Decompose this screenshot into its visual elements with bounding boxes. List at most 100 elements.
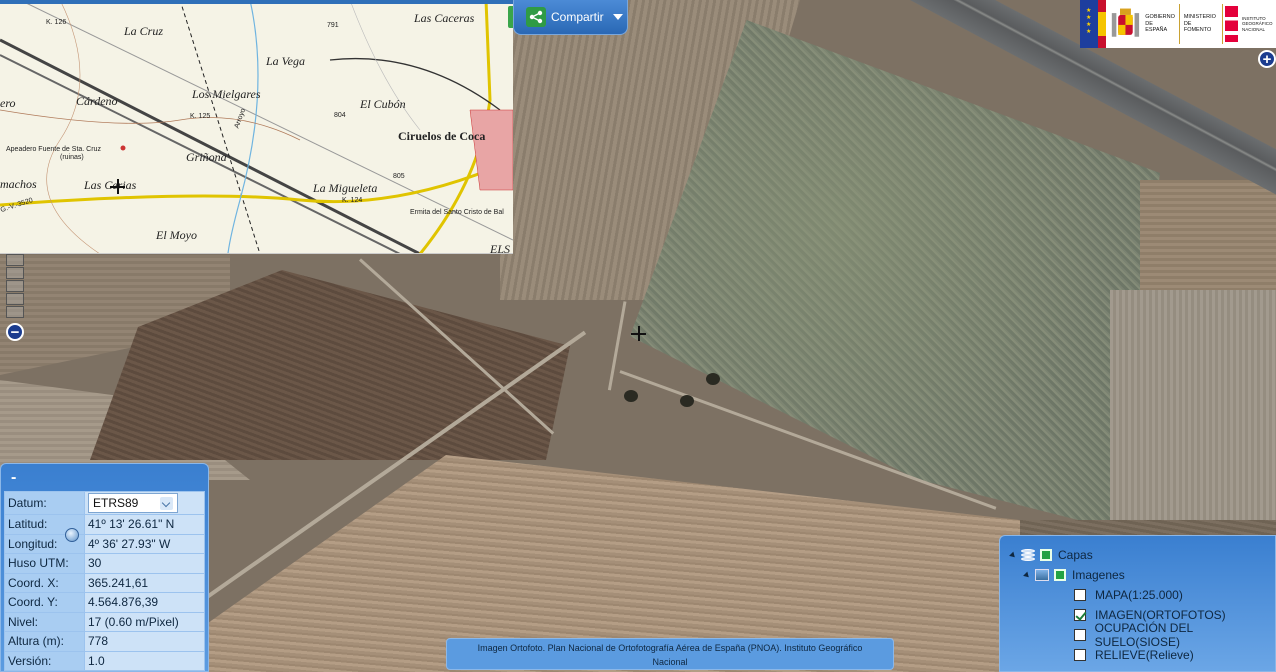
- map-label: (ruinas): [60, 154, 84, 161]
- row-value: 17 (0.60 m/Pixel): [84, 611, 205, 632]
- row-label: Coord. X:: [4, 572, 85, 593]
- expand-icon[interactable]: [1023, 571, 1031, 579]
- table-row: Longitud: 4º 36' 27.93" W: [4, 533, 205, 554]
- datum-label: Datum:: [4, 491, 85, 515]
- attribution-line: Imagen Ortofoto. Plan Nacional de Ortofo…: [477, 643, 863, 653]
- share-label: Compartir: [551, 10, 604, 24]
- layer-checkbox[interactable]: [1074, 649, 1086, 661]
- spain-flag-logo: [1098, 0, 1107, 48]
- layer-checkbox[interactable]: [1054, 569, 1066, 581]
- zoom-step[interactable]: [6, 306, 24, 318]
- share-button[interactable]: Compartir: [513, 0, 628, 35]
- map-label: El Moyo: [156, 228, 197, 242]
- row-label: Coord. Y:: [4, 592, 85, 613]
- row-value: 41º 13' 26.61" N: [84, 514, 205, 535]
- row-value: 778: [84, 631, 205, 652]
- row-label: Huso UTM:: [4, 553, 85, 574]
- topographic-map-inset[interactable]: La Cruz Las Caceras La Vega Los Mielgare…: [0, 0, 513, 254]
- layer-checkbox[interactable]: [1074, 629, 1086, 641]
- map-label: La Cruz: [124, 24, 164, 38]
- km-marker: K. 126: [46, 19, 67, 26]
- gobierno-text: GOBIERNO DE ESPAÑA: [1145, 14, 1175, 34]
- elevation-label: 805: [393, 173, 405, 180]
- field-parcel: [1110, 290, 1276, 540]
- ministerio-text: MINISTERIO DE FOMENTO: [1183, 14, 1216, 34]
- field-parcel: [1140, 180, 1276, 300]
- tree: [680, 395, 694, 407]
- layer-checkbox[interactable]: [1040, 549, 1052, 561]
- zoom-step[interactable]: [6, 280, 24, 292]
- elevation-label: 791: [327, 22, 339, 29]
- tree: [624, 390, 638, 402]
- row-label: Altura (m):: [4, 631, 85, 652]
- elevation-label: 804: [334, 112, 346, 119]
- layer-group-label: Imagenes: [1072, 568, 1125, 582]
- zoom-step[interactable]: [6, 267, 24, 279]
- government-logos: ★ ★ ★ ★ GOBIERNO DE ESPAÑA MINISTERIO DE FO…: [1080, 0, 1276, 48]
- layer-item-label: IMAGEN(ORTOFOTOS): [1095, 608, 1226, 622]
- ign-logo: [1225, 6, 1238, 42]
- map-label: Los Mielgares: [192, 87, 261, 101]
- topo-crosshair: [110, 179, 125, 194]
- table-row: Altura (m): 778: [4, 631, 205, 652]
- layers-panel: Capas Imagenes MAPA(1:25.000) IMAGEN(ORT…: [999, 535, 1276, 672]
- row-value: 30: [84, 553, 205, 574]
- table-row: Datum: ETRS89: [4, 491, 205, 515]
- layer-group[interactable]: Imagenes: [1000, 565, 1275, 585]
- attribution-bar: Imagen Ortofoto. Plan Nacional de Ortofo…: [446, 638, 894, 670]
- layer-item[interactable]: MAPA(1:25.000): [1000, 585, 1275, 605]
- zoom-slider[interactable]: [6, 254, 24, 324]
- row-label: Nivel:: [4, 611, 85, 632]
- chevron-down-icon: [160, 496, 173, 510]
- drag-handle[interactable]: [65, 528, 79, 542]
- chevron-down-icon: [612, 14, 623, 20]
- divider: [1222, 4, 1224, 44]
- map-label: ELS: [490, 242, 511, 254]
- layer-root-label: Capas: [1058, 548, 1093, 562]
- instituto-text: INSTITUTO GEOGRÁFICO NACIONAL: [1241, 15, 1273, 32]
- layer-tree-root[interactable]: Capas: [1000, 545, 1275, 565]
- topo-header-bar: [0, 0, 513, 4]
- map-label: Las Caceras: [414, 11, 475, 25]
- datum-select[interactable]: ETRS89: [88, 493, 178, 513]
- row-value: 4º 36' 27.93" W: [84, 533, 205, 554]
- coat-of-arms-logo: [1112, 8, 1140, 37]
- layer-item-label: MAPA(1:25.000): [1095, 588, 1183, 602]
- zoom-in-button[interactable]: +: [1258, 50, 1276, 68]
- table-row: Nivel: 17 (0.60 m/Pixel): [4, 611, 205, 632]
- map-label: Griñona: [186, 150, 227, 164]
- km-marker: K. 124: [342, 197, 363, 204]
- expand-icon[interactable]: [1009, 551, 1017, 559]
- row-label: Versión:: [4, 650, 85, 671]
- map-label: Apeadero Fuente de Sta. Cruz: [6, 146, 101, 153]
- row-value: 1.0: [84, 650, 205, 671]
- coordinates-table: Datum: ETRS89 Latitud: 41º 13' 26.61" N L…: [4, 491, 205, 671]
- table-row: Coord. Y: 4.564.876,39: [4, 592, 205, 613]
- collapse-button[interactable]: -: [1, 464, 208, 491]
- dirt-road: [607, 301, 627, 391]
- table-row: Latitud: 41º 13' 26.61" N: [4, 514, 205, 535]
- zoom-out-button[interactable]: −: [6, 323, 24, 341]
- zoom-step[interactable]: [6, 293, 24, 305]
- map-label: ero: [0, 96, 16, 110]
- row-value: 365.241,61: [84, 572, 205, 593]
- coordinates-panel: - Datum: ETRS89 Latitud: 41º 13' 26.61" N…: [0, 463, 209, 672]
- layer-checkbox[interactable]: [1074, 609, 1086, 621]
- map-label: El Cubón: [360, 97, 406, 111]
- layers-icon: [1021, 549, 1035, 561]
- row-value: 4.564.876,39: [84, 592, 205, 613]
- layer-item[interactable]: OCUPACIÓN DEL SUELO(SIOSE): [1000, 621, 1275, 649]
- map-crosshair: [631, 326, 646, 341]
- map-label: machos: [0, 177, 37, 191]
- layer-item-label: RELIEVE(Relieve): [1095, 648, 1194, 662]
- attribution-line: Nacional: [652, 657, 688, 667]
- datum-value: ETRS89: [93, 496, 139, 510]
- datum-cell: ETRS89: [84, 491, 205, 515]
- table-row: Coord. X: 365.241,61: [4, 572, 205, 593]
- map-label: La Migueleta: [313, 181, 378, 195]
- layer-checkbox[interactable]: [1074, 589, 1086, 601]
- zoom-step[interactable]: [6, 254, 24, 266]
- share-icon: [526, 7, 546, 27]
- table-row: Huso UTM: 30: [4, 553, 205, 574]
- eu-flag-logo: ★ ★ ★ ★: [1080, 0, 1099, 48]
